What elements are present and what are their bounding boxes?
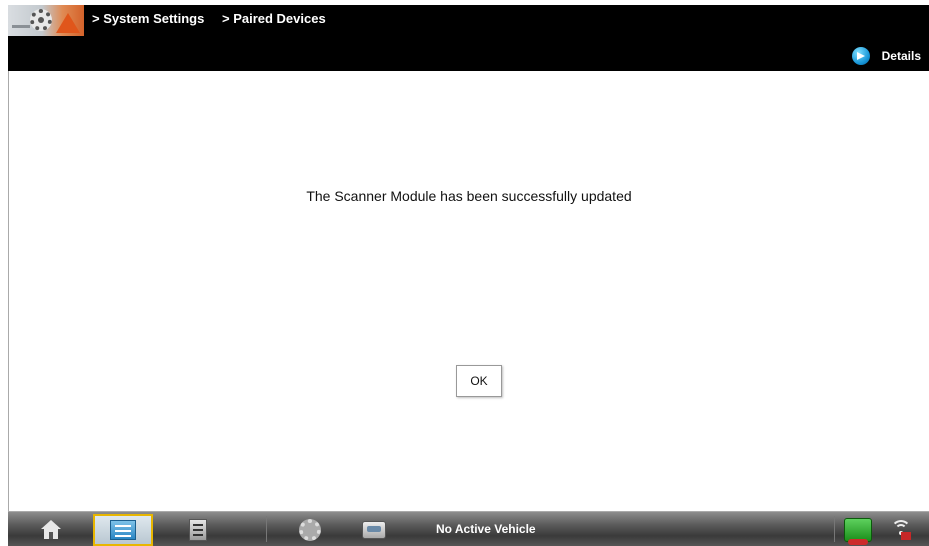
- taskbar: No Active Vehicle: [8, 511, 929, 546]
- ok-button[interactable]: OK: [456, 365, 502, 397]
- wifi-button[interactable]: [881, 515, 921, 545]
- details-button[interactable]: Details: [851, 47, 921, 65]
- wifi-icon: [889, 518, 913, 542]
- gear-icon: [30, 9, 52, 31]
- app-window: > System Settings > Paired Devices Detai…: [0, 0, 929, 546]
- details-label: Details: [881, 49, 921, 63]
- breadcrumb: > System Settings > Paired Devices: [92, 11, 340, 26]
- logo-accent: [56, 13, 80, 33]
- vehicle-connection-icon: [844, 518, 872, 545]
- gear-icon: [299, 519, 321, 541]
- home-button[interactable]: [31, 515, 71, 545]
- taskbar-divider: [266, 516, 267, 542]
- vehicle-icon: [362, 521, 386, 539]
- vehicle-button[interactable]: [354, 515, 394, 545]
- breadcrumb-paired-devices: > Paired Devices: [221, 11, 326, 26]
- header-bar: > System Settings > Paired Devices Detai…: [8, 5, 929, 71]
- modules-button[interactable]: [178, 515, 218, 545]
- home-icon: [40, 520, 62, 540]
- modules-icon: [189, 519, 207, 541]
- vehicle-status: No Active Vehicle: [436, 522, 536, 536]
- taskbar-divider: [834, 516, 835, 542]
- main-content: The Scanner Module has been successfully…: [8, 71, 929, 511]
- system-settings-gear-icon[interactable]: [8, 5, 84, 36]
- breadcrumb-system-settings[interactable]: > System Settings: [92, 11, 204, 26]
- logo-stripe: [12, 25, 30, 28]
- vehicle-connection-button[interactable]: [840, 515, 876, 545]
- scanner-button[interactable]: [93, 514, 153, 546]
- scanner-icon: [110, 520, 136, 540]
- details-arrow-icon: [851, 47, 870, 65]
- settings-button[interactable]: [290, 515, 330, 545]
- status-message: The Scanner Module has been successfully…: [306, 188, 632, 204]
